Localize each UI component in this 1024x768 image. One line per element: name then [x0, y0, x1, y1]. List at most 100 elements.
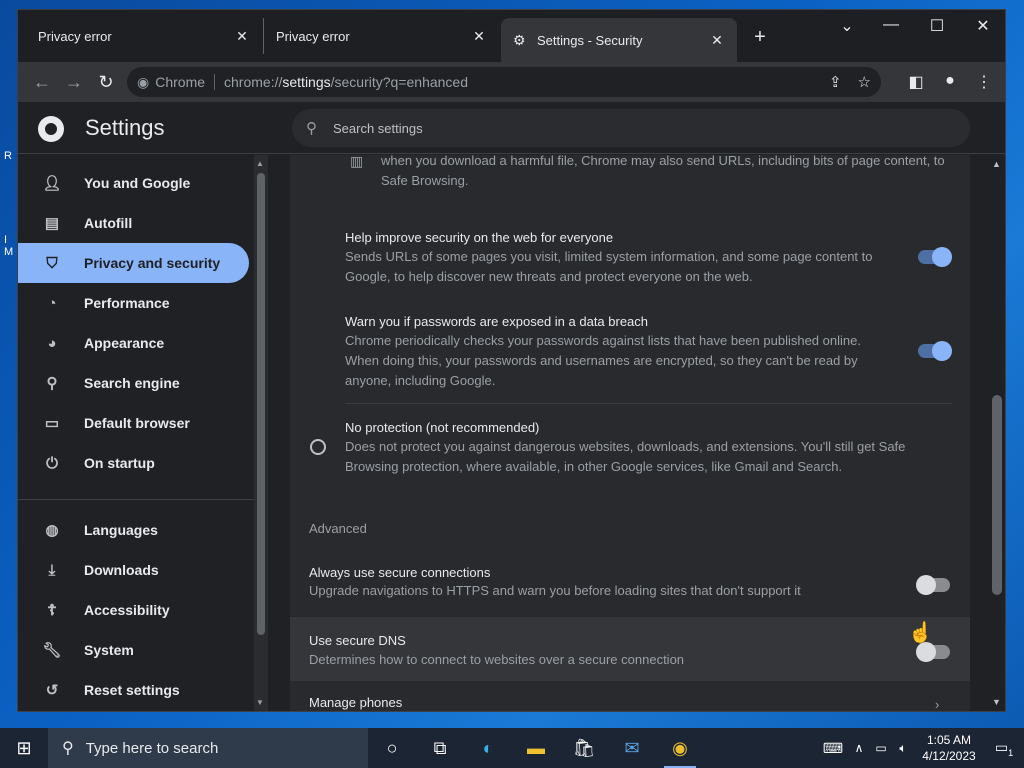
- globe-icon: ◍: [45, 522, 59, 539]
- menu-icon[interactable]: ⋮: [971, 72, 997, 92]
- profile-icon[interactable]: ●: [937, 72, 963, 92]
- close-icon[interactable]: ✕: [471, 28, 487, 44]
- secure-connections-row[interactable]: Always use secure connections Upgrade na…: [290, 553, 970, 609]
- scroll-down-icon[interactable]: ▼: [992, 697, 1001, 707]
- mail-icon[interactable]: ✉: [608, 728, 656, 768]
- settings-header: Settings ⚲ Search settings: [18, 102, 1005, 154]
- person-icon: 👤︎: [42, 175, 62, 192]
- secure-dns-toggle[interactable]: [916, 642, 950, 662]
- setting-description: Sends URLs of some pages you visit, limi…: [345, 249, 873, 284]
- sidebar-item-appearance[interactable]: ◕ Appearance: [18, 323, 254, 363]
- task-view-icon[interactable]: ⧉: [416, 728, 464, 768]
- sidebar-item-reset-settings[interactable]: ↺ Reset settings: [18, 670, 254, 710]
- maximize-button[interactable]: ☐: [914, 16, 960, 36]
- keyboard-icon[interactable]: ⌨: [818, 740, 848, 757]
- desktop-background-icons: RIM: [4, 150, 14, 258]
- side-panel-icon[interactable]: ◧: [903, 72, 929, 92]
- setting-description: Does not protect you against dangerous w…: [345, 439, 906, 474]
- shield-icon: ⛉: [46, 254, 58, 272]
- manage-phones-row[interactable]: Manage phones ›: [290, 685, 970, 711]
- sidebar-item-performance[interactable]: ◔ Performance: [18, 283, 254, 323]
- no-protection-option[interactable]: No protection (not recommended) Does not…: [290, 417, 970, 477]
- scroll-up-icon[interactable]: ▲: [256, 159, 264, 168]
- notification-icon[interactable]: ▭1: [984, 739, 1024, 758]
- sidebar-item-privacy-and-security[interactable]: ⛉ Privacy and security: [18, 243, 249, 283]
- setting-description: Chrome periodically checks your password…: [345, 333, 861, 388]
- download-icon: ⤓: [48, 561, 56, 579]
- setting-title: Help improve security on the web for eve…: [345, 230, 614, 245]
- sidebar-item-system[interactable]: 🔧︎ System: [18, 630, 254, 670]
- bookmark-star-icon[interactable]: ☆: [858, 73, 871, 91]
- content-scrollbar[interactable]: ▲ ▼: [970, 155, 1005, 711]
- reload-button[interactable]: ↻: [90, 66, 122, 98]
- scrollbar-thumb[interactable]: [992, 395, 1002, 595]
- bar-chart-icon: ▥: [350, 155, 364, 169]
- help-improve-toggle[interactable]: [918, 247, 952, 267]
- secure-dns-row[interactable]: Use secure DNS Determines how to connect…: [290, 617, 970, 681]
- sidebar-item-on-startup[interactable]: ⏻ On startup: [18, 443, 254, 483]
- sidebar-item-downloads[interactable]: ⤓ Downloads: [18, 550, 254, 590]
- share-icon[interactable]: ⇪: [829, 73, 842, 91]
- sidebar: 👤︎ You and Google ▤ Autofill ⛉ Privacy and …: [18, 155, 254, 711]
- browser-icon: ▭: [44, 415, 60, 432]
- minimize-button[interactable]: —: [868, 16, 914, 34]
- secure-connections-toggle[interactable]: [916, 575, 950, 595]
- chevron-right-icon: ›: [935, 697, 940, 711]
- sidebar-item-you-and-google[interactable]: 👤︎ You and Google: [18, 163, 254, 203]
- search-icon: ⚲: [306, 120, 317, 137]
- forward-button[interactable]: →: [58, 66, 90, 98]
- taskbar-search-input[interactable]: ⚲ Type here to search: [48, 728, 368, 768]
- back-button[interactable]: ←: [26, 66, 58, 98]
- cortana-icon[interactable]: ○: [368, 728, 416, 768]
- network-icon[interactable]: ▭: [870, 741, 892, 755]
- chrome-taskbar-icon[interactable]: ◉: [656, 728, 704, 768]
- browser-window: Privacy error ✕ Privacy error ✕ ⚙ Settin…: [17, 9, 1006, 712]
- new-tab-button[interactable]: +: [748, 26, 772, 49]
- speedometer-icon: ◔: [47, 294, 57, 312]
- chevron-up-icon[interactable]: ∧: [848, 741, 870, 755]
- scroll-down-icon[interactable]: ▼: [256, 698, 264, 707]
- tab-privacy-error-1[interactable]: Privacy error ✕: [18, 18, 262, 54]
- close-icon[interactable]: ✕: [709, 32, 725, 48]
- divider: [214, 74, 216, 90]
- settings-page: Settings ⚲ Search settings 👤︎ You and Goo…: [18, 102, 1005, 711]
- search-input[interactable]: ⚲ Search settings: [292, 109, 970, 147]
- scroll-up-icon[interactable]: ▲: [992, 159, 1001, 169]
- close-icon[interactable]: ✕: [234, 28, 250, 44]
- sidebar-item-default-browser[interactable]: ▭ Default browser: [18, 403, 254, 443]
- tab-title: Privacy error: [38, 28, 112, 44]
- no-protection-radio[interactable]: [310, 439, 326, 455]
- tab-search-chevron-icon[interactable]: ⌄: [824, 16, 870, 36]
- sidebar-item-accessibility[interactable]: ☦ Accessibility: [18, 590, 254, 630]
- setting-title: Always use secure connections: [309, 565, 491, 580]
- store-icon[interactable]: 🛍︎: [560, 728, 608, 768]
- file-explorer-icon[interactable]: ▬: [512, 728, 560, 768]
- toolbar: ← → ↻ ◉ Chrome chrome://settings/securit…: [18, 62, 1005, 102]
- volume-icon[interactable]: 🔈︎: [892, 741, 914, 756]
- sidebar-scrollbar[interactable]: ▲ ▼: [254, 155, 268, 711]
- url-text: chrome://settings/security?q=enhanced: [224, 74, 468, 90]
- tab-privacy-error-2[interactable]: Privacy error ✕: [263, 18, 499, 54]
- tab-title: Privacy error: [276, 28, 350, 44]
- scrollbar-thumb[interactable]: [257, 173, 265, 635]
- edge-icon[interactable]: ◐: [464, 728, 512, 768]
- sidebar-item-autofill[interactable]: ▤ Autofill: [18, 203, 254, 243]
- password-breach-toggle[interactable]: [918, 341, 952, 361]
- clock[interactable]: 1:05 AM 4/12/2023: [914, 732, 984, 764]
- tab-settings-security[interactable]: ⚙ Settings - Security ✕: [501, 18, 737, 62]
- setting-title: Warn you if passwords are exposed in a d…: [345, 314, 649, 329]
- divider: [18, 499, 254, 500]
- help-improve-security-row[interactable]: Help improve security on the web for eve…: [290, 227, 970, 287]
- setting-title: Use secure DNS: [309, 633, 406, 648]
- windows-start-icon[interactable]: ⊞: [0, 728, 48, 768]
- address-bar[interactable]: ◉ Chrome chrome://settings/security?q=en…: [127, 67, 881, 97]
- sidebar-item-languages[interactable]: ◍ Languages: [18, 510, 254, 550]
- date: 4/12/2023: [922, 749, 976, 763]
- top-description: when you download a harmful file, Chrome…: [381, 155, 945, 188]
- setting-title: Manage phones: [309, 695, 403, 710]
- taskbar: ⊞ ⚲ Type here to search ○ ⧉ ◐ ▬ 🛍︎ ✉ ◉ ⌨…: [0, 728, 1024, 768]
- sidebar-item-search-engine[interactable]: ⚲ Search engine: [18, 363, 254, 403]
- setting-description: Determines how to connect to websites ov…: [309, 652, 685, 667]
- password-breach-row[interactable]: Warn you if passwords are exposed in a d…: [290, 311, 970, 391]
- close-window-button[interactable]: ✕: [960, 16, 1005, 36]
